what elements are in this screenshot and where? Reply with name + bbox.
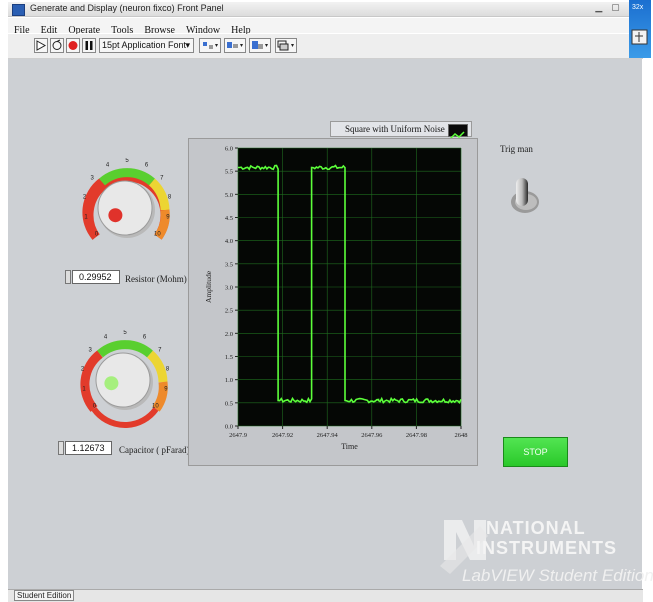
resistor-knob[interactable]: 012345678910 <box>82 158 172 258</box>
y-tick-label: 3.0 <box>225 285 233 292</box>
y-tick-label: 5.5 <box>225 169 233 176</box>
legend-series-name: Square with Uniform Noise <box>345 124 445 134</box>
x-tick-label: 2648 <box>455 432 468 439</box>
ni-brand-line3: LabVIEW Student Edition <box>462 566 653 585</box>
labview-window: Generate and Display (neuron fixco) Fron… <box>0 0 653 602</box>
window-title: Generate and Display (neuron fixco) Fron… <box>30 3 224 13</box>
y-tick-label: 1.0 <box>225 377 233 384</box>
menu-bar: File Edit Operate Tools Browse Window He… <box>8 18 643 36</box>
toolbar: 15pt Application Font ▾ <box>8 34 643 59</box>
toggle-lever <box>516 178 528 206</box>
y-tick-label: 6.0 <box>225 146 233 153</box>
knob-scale-label: 5 <box>123 330 127 336</box>
run-arrow-icon-glyph <box>36 40 47 51</box>
knob-scale-label: 5 <box>125 158 129 164</box>
pause-icon[interactable] <box>82 38 96 53</box>
trigger-toggle-switch[interactable] <box>505 172 545 218</box>
knob-scale-label: 10 <box>154 231 161 237</box>
capacitor-knob[interactable]: 012345678910 <box>80 330 170 430</box>
knob-scale-label: 8 <box>166 366 170 372</box>
knob-scale-label: 3 <box>91 176 95 182</box>
knob-indicator-icon[interactable] <box>104 376 119 391</box>
y-tick-label: 2.5 <box>225 308 233 315</box>
resize-glyph <box>252 41 268 49</box>
pause-glyph <box>85 41 93 50</box>
run-continuously-glyph <box>52 39 62 50</box>
x-tick-label: 2647.98 <box>406 432 427 439</box>
x-axis-label: Time <box>341 442 358 451</box>
knob-body <box>97 180 153 236</box>
knob-scale-label: 4 <box>106 163 110 169</box>
stop-button[interactable]: STOP <box>503 437 568 467</box>
chevron-down-icon: ▾ <box>185 40 190 50</box>
y-tick-label: 4.5 <box>225 215 233 222</box>
knob-scale-arc-bottom <box>91 407 159 428</box>
run-arrow-icon[interactable] <box>34 38 48 53</box>
y-tick-label: 4.0 <box>225 238 233 245</box>
y-tick-label: 5.0 <box>225 192 233 199</box>
y-tick-label: 1.5 <box>225 354 233 361</box>
resistor-increment-decrement[interactable] <box>65 270 71 284</box>
status-bar: Student Edition <box>8 589 643 602</box>
y-tick-label: 3.5 <box>225 261 233 268</box>
reorder-icon[interactable] <box>275 38 297 53</box>
knob-scale-label: 6 <box>145 163 149 169</box>
connector-pane-icon <box>631 29 648 45</box>
x-tick-label: 2647.96 <box>361 432 383 439</box>
knob-body <box>95 352 151 408</box>
resize-objects-icon[interactable] <box>249 38 271 53</box>
abort-icon[interactable] <box>66 38 80 53</box>
title-bar: Generate and Display (neuron fixco) Fron… <box>8 2 643 17</box>
stop-button-label: STOP <box>523 447 548 457</box>
status-label: Student Edition <box>14 590 75 601</box>
align-glyph <box>203 42 218 49</box>
knob-scale-label: 7 <box>158 348 162 354</box>
knob-scale-label: 4 <box>104 335 108 341</box>
knob-scale-label: 10 <box>152 403 159 409</box>
y-tick-label: 0.0 <box>225 424 233 431</box>
legend-plot-swatch[interactable] <box>448 124 468 140</box>
capacitor-label: Capacitor ( pFarad) <box>119 445 190 455</box>
run-continuously-icon[interactable] <box>50 38 64 53</box>
distribute-glyph <box>227 42 243 48</box>
labview-app-icon <box>12 4 25 16</box>
distribute-objects-icon[interactable] <box>224 38 246 53</box>
knob-scale-label: 7 <box>160 176 164 182</box>
font-select[interactable]: 15pt Application Font ▾ <box>99 38 194 53</box>
knob-scale-label: 3 <box>89 348 93 354</box>
y-axis-label: Amplitude <box>204 270 213 303</box>
waveform-chart: 0.0 0.5 1.0 1.5 2.0 2.5 3.0 3.5 4.0 4.5 5.0 5.5 6.0 2… <box>204 146 468 452</box>
ni-brand-line1: NATIONAL <box>486 518 586 538</box>
x-tick-label: 2647.92 <box>272 432 293 439</box>
knob-scale-label: 8 <box>168 194 172 200</box>
y-tick-label: 2.0 <box>225 331 233 338</box>
ni-brand-line2: INSTRUMENTS <box>476 538 617 558</box>
vi-icon-thumbnail: 32x <box>629 0 651 58</box>
font-select-label: 15pt Application Font <box>102 40 187 50</box>
resistor-label: Resistor (Mohm) <box>125 274 187 284</box>
plot-legend[interactable]: Square with Uniform Noise <box>330 121 472 140</box>
resistor-value-field[interactable]: 0.29952 <box>72 270 120 284</box>
y-tick-label: 0.5 <box>225 400 233 407</box>
vi-icon-text: 32x <box>632 4 644 11</box>
toggle-label: Trig man <box>500 144 533 154</box>
reorder-glyph <box>277 40 294 51</box>
align-objects-icon[interactable] <box>199 38 221 53</box>
knob-indicator-icon[interactable] <box>108 208 123 223</box>
knob-scale-label: 6 <box>143 335 147 341</box>
x-tick-label: 2647.94 <box>317 432 339 439</box>
capacitor-value-field[interactable]: 1.12673 <box>65 441 112 455</box>
abort-glyph <box>68 41 78 50</box>
capacitor-increment-decrement[interactable] <box>58 441 64 455</box>
x-tick-label: 2647.9 <box>229 432 247 439</box>
